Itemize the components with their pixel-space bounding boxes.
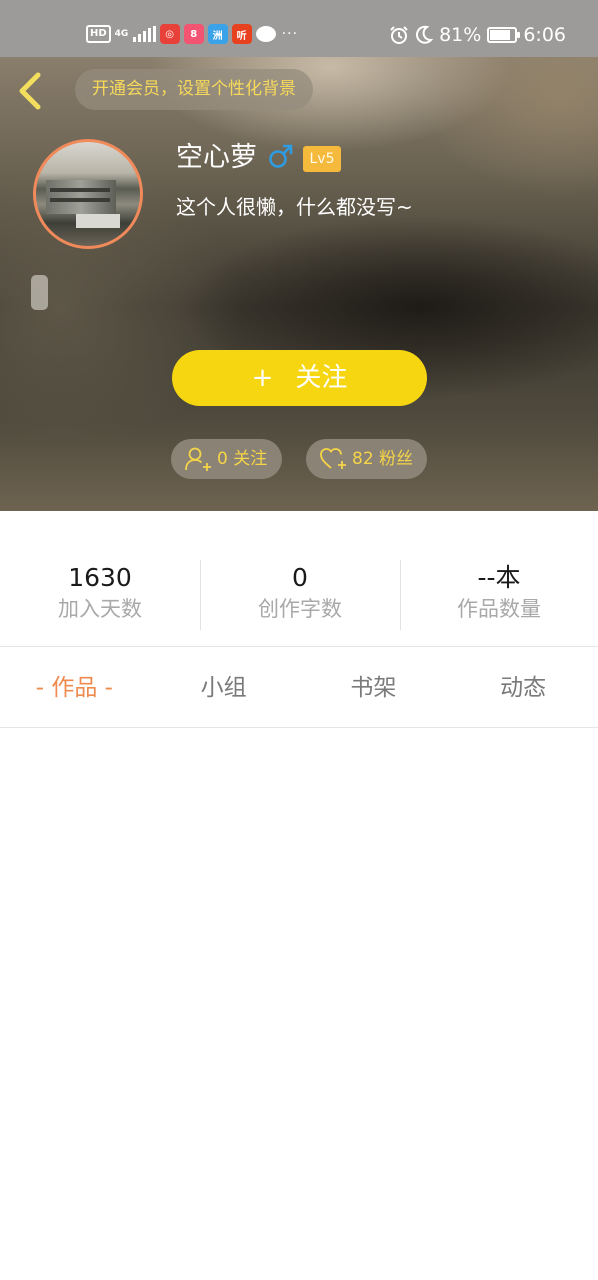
stat-label: 作品数量 — [457, 597, 541, 621]
following-count: 0 关注 — [217, 449, 268, 469]
follow-label: 关注 — [295, 363, 348, 393]
stat-label: 加入天数 — [58, 597, 142, 621]
fans-count: 82 粉丝 — [352, 449, 414, 469]
stat-value: --本 — [477, 563, 521, 592]
tab-groups[interactable]: 小组 — [149, 647, 299, 727]
tab-bookshelf[interactable]: 书架 — [299, 647, 449, 727]
battery-icon — [487, 27, 521, 43]
stat-works-count: --本 作品数量 — [400, 558, 598, 630]
app-icon-4: 听 — [231, 24, 252, 44]
app-icon-2: 8 — [183, 24, 204, 44]
more-notifications-icon: ··· — [281, 26, 299, 42]
app-icon-3: 洲 — [207, 24, 228, 44]
clock: 6:06 — [523, 24, 566, 46]
signature: 这个人很懒，什么都没写~ — [176, 195, 413, 219]
network-type: 4G — [114, 28, 129, 39]
user-add-icon — [185, 447, 211, 471]
chat-bubble-icon — [255, 26, 276, 42]
follow-button[interactable]: + 关注 — [172, 350, 427, 406]
profile-header: 开通会员，设置个性化背景 空心萝 Lv5 这个人很懒，什么都没写~ + 关注 0 … — [0, 57, 598, 511]
stat-label: 创作字数 — [258, 597, 342, 621]
status-left: HD 4G ◎ 8 洲 听 ··· — [86, 22, 298, 46]
level-badge: Lv5 — [303, 146, 341, 172]
status-bar: HD 4G ◎ 8 洲 听 ··· 81% 6:06 — [0, 0, 598, 57]
side-handle[interactable] — [31, 275, 48, 310]
fans-count-button[interactable]: 82 粉丝 — [306, 439, 427, 479]
male-gender-icon — [269, 144, 293, 168]
battery-percent: 81% — [439, 24, 482, 46]
tab-activity[interactable]: 动态 — [448, 647, 598, 727]
signal-icon — [132, 26, 156, 42]
stat-join-days: 1630 加入天数 — [0, 558, 200, 630]
tab-content-area — [0, 728, 598, 1280]
following-count-button[interactable]: 0 关注 — [171, 439, 282, 479]
alarm-icon — [390, 26, 408, 44]
profile-tabs: - 作品 - 小组 书架 动态 — [0, 647, 598, 727]
stat-word-count: 0 创作字数 — [200, 558, 400, 630]
plus-icon: + — [251, 363, 274, 393]
vip-background-banner[interactable]: 开通会员，设置个性化背景 — [75, 69, 313, 110]
stat-value: 0 — [292, 563, 308, 592]
stat-value: 1630 — [68, 563, 132, 592]
stats-row: 1630 加入天数 0 创作字数 --本 作品数量 — [0, 558, 598, 630]
chevron-left-icon — [19, 72, 41, 110]
app-icon-1: ◎ — [159, 24, 180, 44]
avatar[interactable] — [33, 139, 143, 249]
back-button[interactable] — [14, 71, 48, 111]
hd-badge: HD — [86, 25, 111, 43]
moon-icon — [416, 25, 434, 44]
status-right: 81% 6:06 — [389, 22, 566, 48]
tab-works[interactable]: - 作品 - — [0, 647, 149, 727]
heart-add-icon — [320, 448, 346, 469]
username: 空心萝 — [176, 142, 257, 173]
